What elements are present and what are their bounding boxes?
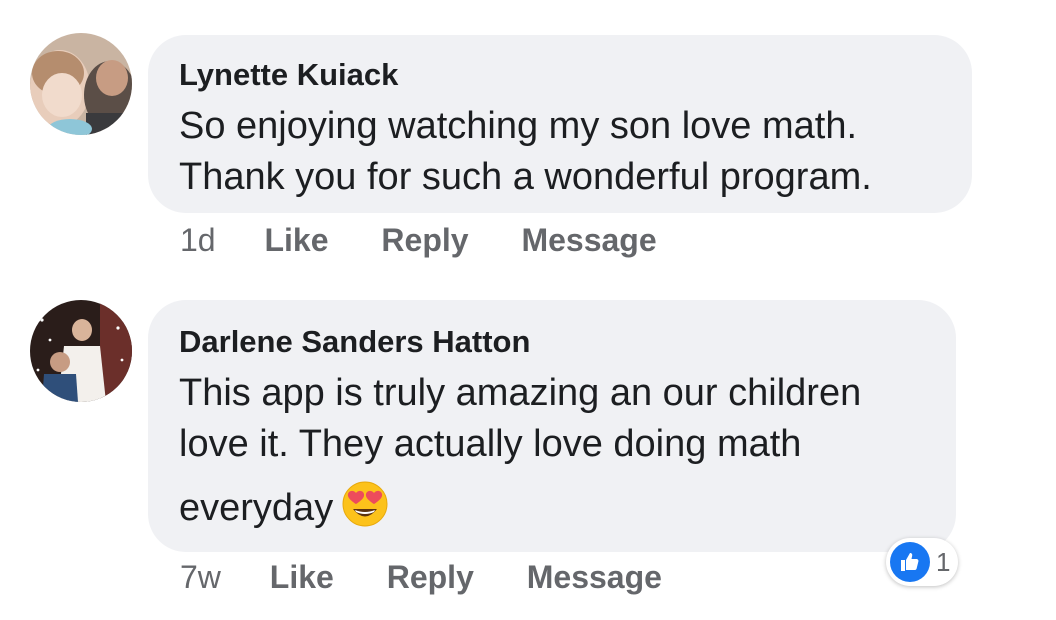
- comment-text: So enjoying watching my son love math. T…: [179, 101, 942, 203]
- thumbs-up-icon: [890, 542, 930, 582]
- heart-eyes-emoji-icon: [341, 480, 389, 542]
- comment-text-line-last: everyday: [179, 480, 926, 542]
- reply-button[interactable]: Reply: [387, 559, 474, 595]
- comment-bubble: Lynette Kuiack So enjoying watching my s…: [148, 35, 972, 213]
- profile-photo: [30, 33, 132, 135]
- profile-photo: [30, 300, 132, 402]
- comment-author[interactable]: Lynette Kuiack: [179, 55, 942, 95]
- message-button[interactable]: Message: [527, 559, 662, 595]
- avatar-lynette[interactable]: [30, 33, 132, 135]
- comment-actions: 7w Like Reply Message: [180, 557, 706, 597]
- reaction-count: 1: [936, 546, 951, 577]
- message-button[interactable]: Message: [521, 222, 656, 258]
- comment-text-line: Thank you for such a wonderful program.: [179, 156, 872, 198]
- reply-button[interactable]: Reply: [381, 222, 468, 258]
- reaction-summary[interactable]: 1: [886, 538, 958, 586]
- comment-text-line: So enjoying watching my son love math.: [179, 105, 858, 147]
- comment-actions: 1d Like Reply Message: [180, 220, 701, 260]
- comment-2: Darlene Sanders Hatton This app is truly…: [0, 290, 1056, 620]
- comment-bubble: Darlene Sanders Hatton This app is truly…: [148, 300, 956, 552]
- comment-text-line: love it. They actually love doing math: [179, 423, 802, 465]
- comment-timestamp[interactable]: 1d: [180, 222, 216, 258]
- comment-1: Lynette Kuiack So enjoying watching my s…: [0, 0, 1056, 280]
- comment-timestamp[interactable]: 7w: [180, 559, 221, 595]
- comment-text-word: everyday: [179, 487, 334, 529]
- comment-text: This app is truly amazing an our childre…: [179, 368, 926, 542]
- like-button[interactable]: Like: [270, 559, 334, 595]
- comment-author[interactable]: Darlene Sanders Hatton: [179, 322, 926, 362]
- like-button[interactable]: Like: [264, 222, 328, 258]
- avatar-darlene[interactable]: [30, 300, 132, 402]
- comment-text-line: This app is truly amazing an our childre…: [179, 372, 862, 414]
